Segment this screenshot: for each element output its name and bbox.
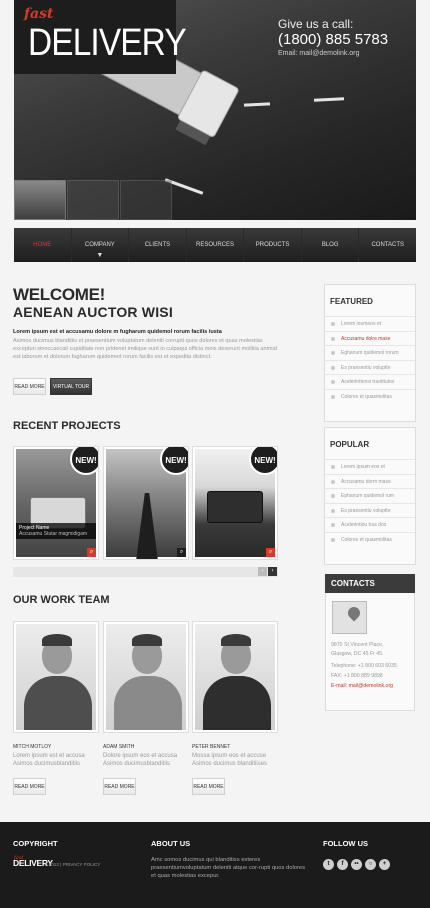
contact-fax: FAX: +1 800 889 9898 (331, 673, 383, 679)
nav-home[interactable]: Home (14, 228, 72, 262)
new-badge: NEW! (160, 447, 188, 475)
team-member-name: MITCH MOTLOY (13, 744, 52, 750)
featured-item[interactable]: Accusamu dolre mase (325, 330, 415, 346)
team-member-name: ADAM SMITH (103, 744, 135, 750)
flickr-icon[interactable]: •• (351, 859, 362, 870)
nav-clients[interactable]: Clients (129, 228, 187, 262)
nav-products[interactable]: Products (244, 228, 302, 262)
team-photo (13, 621, 99, 733)
zoom-icon[interactable]: ⌕ (177, 548, 186, 557)
rss-icon[interactable]: ○ (365, 859, 376, 870)
about-title: ABOUT US (151, 839, 191, 848)
featured-panel: FEATURED Lorem ioumeos et Accusamu dolre… (324, 284, 416, 422)
logo-fast: fast (24, 6, 54, 22)
nav-contacts[interactable]: Contacts (359, 228, 416, 262)
projects-title: RECENT PROJECTS (13, 420, 121, 432)
contacts-panel: 9870 St Vincent Place, Glasgow, DC 45 Fr… (325, 593, 415, 711)
logo[interactable]: fast DELIVERY (14, 0, 187, 74)
featured-item[interactable]: Eghanum quidemol rorum (325, 345, 415, 360)
banner-thumbnails (14, 180, 173, 220)
read-more-button[interactable]: Read More (103, 778, 136, 795)
popular-title: POPULAR (330, 440, 370, 449)
welcome-body: Asimos ducimus blanditiis et praesentium… (13, 338, 277, 360)
project-card[interactable]: NEW! ⌕ (103, 446, 189, 560)
facebook-icon[interactable]: f (337, 859, 348, 870)
team-member-name: PETER BENNET (192, 744, 231, 750)
nav-blog[interactable]: Blog (302, 228, 360, 262)
call-phone: (1800) 885 5783 (278, 31, 389, 48)
contact-email[interactable]: E-mail: mail@demolink.org (331, 683, 417, 689)
truck-image (207, 491, 263, 523)
popular-item[interactable]: Accusamu dorm mase (325, 473, 415, 489)
nav-resources[interactable]: Resources (187, 228, 245, 262)
contact-address: Glasgow, DC 45 Fr 45. (331, 651, 384, 657)
google-plus-icon[interactable]: + (379, 859, 390, 870)
welcome-lead: Lorem ipsum est et accusamu dolore m fug… (13, 329, 222, 335)
popular-item[interactable]: Ephanum quidemol rum (325, 488, 415, 503)
read-more-button[interactable]: Read More (13, 778, 46, 795)
social-links: t f •• ○ + (323, 859, 390, 870)
banner-thumb[interactable] (14, 180, 66, 220)
contacts-title: CONTACTS (325, 574, 415, 593)
nav-company-label: Company (84, 242, 115, 248)
read-more-button[interactable]: Read More (13, 378, 46, 395)
call-label: Give us a call: (278, 17, 354, 31)
nav-company[interactable]: Company ▼ (72, 228, 130, 262)
virtual-tour-button[interactable]: Virtual Tour (50, 378, 92, 395)
team-photo (192, 621, 278, 733)
project-card[interactable]: NEW! Project Name Accusamu Stutar magmid… (13, 446, 99, 560)
popular-panel: POPULAR Lorem ipsum eos et Accusamu dorm… (324, 427, 416, 565)
footer: COPYRIGHT fast DELIVERY © 2012 | PRIVACY… (0, 822, 430, 908)
carousel-track (13, 567, 278, 577)
project-caption: Project Name Accusamu Stutar magmidigam (16, 523, 96, 539)
project-card[interactable]: NEW! ⌕ (192, 446, 278, 560)
new-badge: NEW! (70, 447, 98, 475)
featured-item[interactable]: Colores et quasmolitas (325, 388, 415, 404)
logo-name: DELIVERY (28, 22, 187, 64)
welcome-subtitle: AENEAN AUCTOR WISI (13, 304, 173, 320)
call-box: Give us a call: (1800) 885 5783 Email: m… (278, 17, 388, 57)
banner-thumb[interactable] (67, 180, 119, 220)
team-member-desc: Mossa ipsum eos et accuse Asimos ducimus… (192, 753, 268, 767)
popular-item[interactable]: Es praesentiu voluptte (325, 502, 415, 518)
main-nav: Home Company ▼ Clients Resources Product… (14, 228, 416, 262)
read-more-button[interactable]: Read More (192, 778, 225, 795)
featured-item[interactable]: Es praesentiu voluptte (325, 359, 415, 375)
call-email[interactable]: Email: mail@demolink.org (278, 50, 388, 57)
map-icon[interactable] (332, 601, 367, 634)
chevron-down-icon: ▼ (96, 252, 104, 259)
featured-item[interactable]: Lorem ioumeos et (325, 316, 415, 331)
popular-item[interactable]: Lorem ipsum eos et (325, 459, 415, 474)
carousel-prev-button[interactable]: ‹ (258, 567, 267, 576)
copyright-text[interactable]: © 2012 | PRIVACY POLICY (44, 862, 101, 867)
follow-title: FOLLOW US (323, 839, 368, 848)
new-badge: NEW! (249, 447, 277, 475)
twitter-icon[interactable]: t (323, 859, 334, 870)
contact-telephone: Telephone: +1 800 603 6035 (331, 663, 397, 669)
zoom-icon[interactable]: ⌕ (266, 548, 275, 557)
about-text: Amc somos ducimus qui blanditiss esteres… (151, 857, 306, 879)
team-member-desc: Dolore ipsum eos et accusa Asimos ducimu… (103, 753, 178, 767)
carousel-next-button[interactable]: › (268, 567, 277, 576)
popular-item[interactable]: Colores et quasmolitas (325, 531, 415, 547)
team-title: OUR WORK TEAM (13, 594, 110, 606)
zoom-icon[interactable]: ⌕ (87, 548, 96, 557)
popular-item[interactable]: Acelerintiou trus dos (325, 517, 415, 532)
featured-title: FEATURED (330, 297, 373, 306)
contact-address: 9870 St Vincent Place, (331, 642, 384, 648)
copyright-title: COPYRIGHT (13, 839, 58, 848)
banner-thumb[interactable] (120, 180, 172, 220)
team-photo (103, 621, 189, 733)
welcome-title: WELCOME! (13, 285, 106, 304)
featured-item[interactable]: Acelerinttensi traotitutos (325, 374, 415, 389)
project-desc: Accusamu Stutar magmidigam (19, 531, 88, 537)
team-member-desc: Lorem ipsum est et accusa Asimos ducimus… (13, 753, 85, 767)
